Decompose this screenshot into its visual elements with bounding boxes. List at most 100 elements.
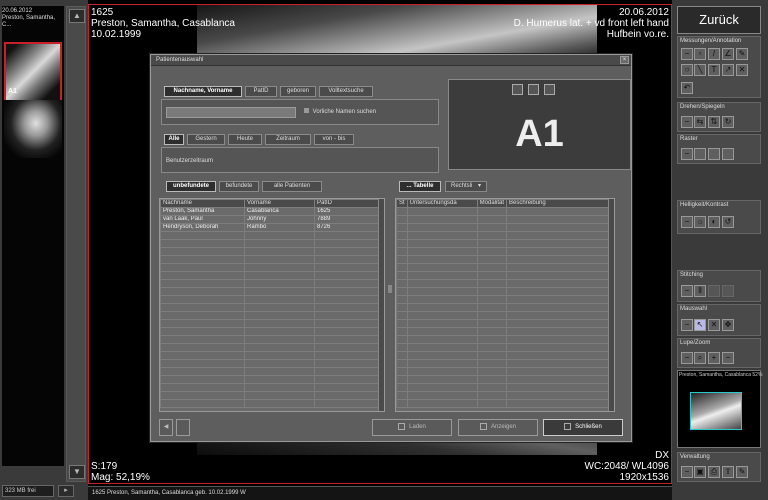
zoom-in-icon[interactable]: + (708, 352, 720, 364)
arrow-icon[interactable]: ↗ (722, 64, 734, 76)
layout-split-h-icon[interactable] (528, 84, 539, 95)
exam-list[interactable]: St Untersuchungsda Modalität Beschreibun… (395, 198, 615, 412)
flip-h-icon[interactable]: ⇆ (694, 116, 706, 128)
scroll-down-button[interactable]: ▼ (69, 465, 85, 479)
brightness-icon[interactable]: ☼ (694, 216, 706, 228)
undo-icon[interactable]: ↶ (681, 82, 693, 94)
table-row-empty[interactable] (160, 319, 384, 328)
table-row[interactable]: van Laak, Paul Johnny 7889 (160, 215, 384, 224)
rotate-icon[interactable]: ↻ (722, 116, 734, 128)
table-row-empty[interactable] (396, 335, 610, 344)
collapse-icon[interactable]: − (681, 48, 693, 60)
table-row[interactable]: Preston, Samantha Casablanca 1625 (160, 207, 384, 216)
layout-split-v-icon[interactable] (544, 84, 555, 95)
table-row-empty[interactable] (396, 279, 610, 288)
delete-icon[interactable]: ✕ (736, 64, 748, 76)
stitch-icon[interactable]: ⫴ (694, 285, 706, 297)
table-row-empty[interactable] (396, 231, 610, 240)
angle-icon[interactable]: ∠ (722, 48, 734, 60)
table-row-empty[interactable] (396, 263, 610, 272)
table-row-empty[interactable] (396, 383, 610, 392)
thumbnail-image[interactable] (4, 100, 62, 158)
table-row-empty[interactable] (160, 359, 384, 368)
table-row-empty[interactable] (396, 303, 610, 312)
table-row-empty[interactable] (396, 295, 610, 304)
table-row-empty[interactable] (396, 255, 610, 264)
show-button[interactable]: Anzeigen (458, 419, 538, 436)
column-exam-date[interactable]: Untersuchungsda (406, 199, 478, 208)
print-icon[interactable]: ⎙ (708, 466, 720, 478)
tab-patid-search[interactable]: PatID (245, 86, 277, 97)
flip-v-icon[interactable]: ⇅ (708, 116, 720, 128)
table-row-empty[interactable] (396, 271, 610, 280)
table-row-empty[interactable] (160, 279, 384, 288)
scroll-up-button[interactable]: ▲ (69, 9, 85, 23)
collapse-icon[interactable]: − (681, 216, 693, 228)
collapse-icon[interactable]: − (681, 148, 693, 160)
table-row-empty[interactable] (160, 255, 384, 264)
table-row-empty[interactable] (396, 327, 610, 336)
collapse-icon[interactable]: − (681, 352, 693, 364)
table-row-empty[interactable] (396, 287, 610, 296)
table-row-empty[interactable] (396, 223, 610, 232)
collapse-icon[interactable]: − (681, 466, 693, 478)
table-row-empty[interactable] (396, 311, 610, 320)
table-row-empty[interactable] (160, 343, 384, 352)
collapse-icon[interactable]: − (681, 116, 693, 128)
back-button[interactable]: Zurück (677, 6, 761, 34)
tab-exam-table[interactable]: ... Tabelle (399, 181, 441, 192)
text-icon[interactable]: T (708, 64, 720, 76)
settings-icon[interactable]: ✎ (736, 466, 748, 478)
pen-icon[interactable]: ✎ (736, 48, 748, 60)
column-status[interactable]: St (396, 199, 408, 208)
tab-all[interactable]: Alle (164, 134, 184, 145)
column-modality[interactable]: Modalität (476, 199, 508, 208)
navigator-image[interactable] (690, 392, 742, 430)
tab-range[interactable]: Zeitraum (265, 134, 311, 145)
table-row-empty[interactable] (396, 319, 610, 328)
patient-list-scrollbar[interactable] (378, 199, 384, 411)
circle-icon[interactable]: ○ (681, 64, 693, 76)
collapse-icon[interactable]: − (681, 285, 693, 297)
table-row-empty[interactable] (396, 351, 610, 360)
column-description[interactable]: Beschreibung (506, 199, 610, 208)
table-row-empty[interactable] (396, 207, 610, 216)
column-lastname[interactable]: Nachname (160, 199, 245, 208)
similar-names-checkbox[interactable]: Vorliche Namen suchen (304, 108, 376, 116)
prev-button[interactable]: ◀ (159, 419, 173, 436)
line-icon[interactable]: ╲ (694, 64, 706, 76)
table-row-empty[interactable] (160, 303, 384, 312)
contrast-icon[interactable]: ◐ (708, 216, 720, 228)
pointer-icon[interactable]: ↖ (694, 319, 706, 331)
patient-list[interactable]: Nachname Vorname PatID Preston, Samantha… (159, 198, 385, 412)
tab-all-patients[interactable]: alle Patienten (262, 181, 322, 192)
magnifier-icon[interactable]: ⌕ (694, 352, 706, 364)
grid-1-icon[interactable] (694, 148, 706, 160)
pan-icon[interactable]: ✥ (722, 319, 734, 331)
table-row-empty[interactable] (396, 343, 610, 352)
search-input[interactable] (166, 107, 296, 118)
load-button[interactable]: Laden (372, 419, 452, 436)
table-row-empty[interactable] (396, 215, 610, 224)
dialog-close-button[interactable]: × (620, 56, 629, 64)
tab-from-to[interactable]: von - bis (314, 134, 354, 145)
grid-2-icon[interactable] (708, 148, 720, 160)
table-row-empty[interactable] (160, 271, 384, 280)
export-icon[interactable]: ⇪ (722, 466, 734, 478)
table-row-empty[interactable] (160, 383, 384, 392)
tab-born-search[interactable]: geboren (280, 86, 316, 97)
table-row-empty[interactable] (160, 231, 384, 240)
column-patid[interactable]: PatID (314, 199, 384, 208)
table-row-empty[interactable] (396, 391, 610, 400)
tab-unreported[interactable]: unbefundete (166, 181, 216, 192)
status-toggle-button[interactable]: ▸ (58, 485, 74, 497)
table-row-empty[interactable] (160, 287, 384, 296)
table-row-empty[interactable] (160, 335, 384, 344)
table-row-empty[interactable] (396, 375, 610, 384)
collapse-icon[interactable]: − (681, 319, 693, 331)
table-row-empty[interactable] (160, 263, 384, 272)
table-row-empty[interactable] (160, 247, 384, 256)
table-row-empty[interactable] (160, 351, 384, 360)
thumbnail-scrollbar[interactable]: ▲ ▼ (66, 6, 86, 482)
table-row-empty[interactable] (396, 367, 610, 376)
